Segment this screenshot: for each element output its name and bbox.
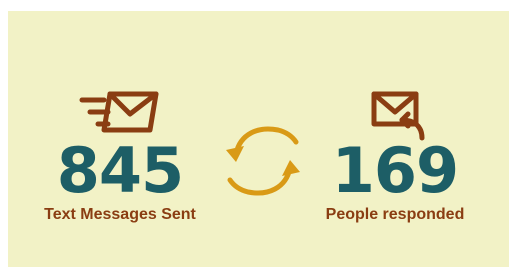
responded-label: People responded <box>325 206 465 223</box>
responded-count: 169 <box>331 134 459 207</box>
sent-count: 845 <box>56 134 184 207</box>
cycle-arrows-icon <box>226 126 300 196</box>
stat-messages-sent: 845 Text Messages Sent <box>20 140 220 224</box>
fast-envelope-icon <box>79 91 159 133</box>
stat-people-responded: 169 People responded <box>300 140 490 224</box>
sent-label: Text Messages Sent <box>44 206 196 223</box>
